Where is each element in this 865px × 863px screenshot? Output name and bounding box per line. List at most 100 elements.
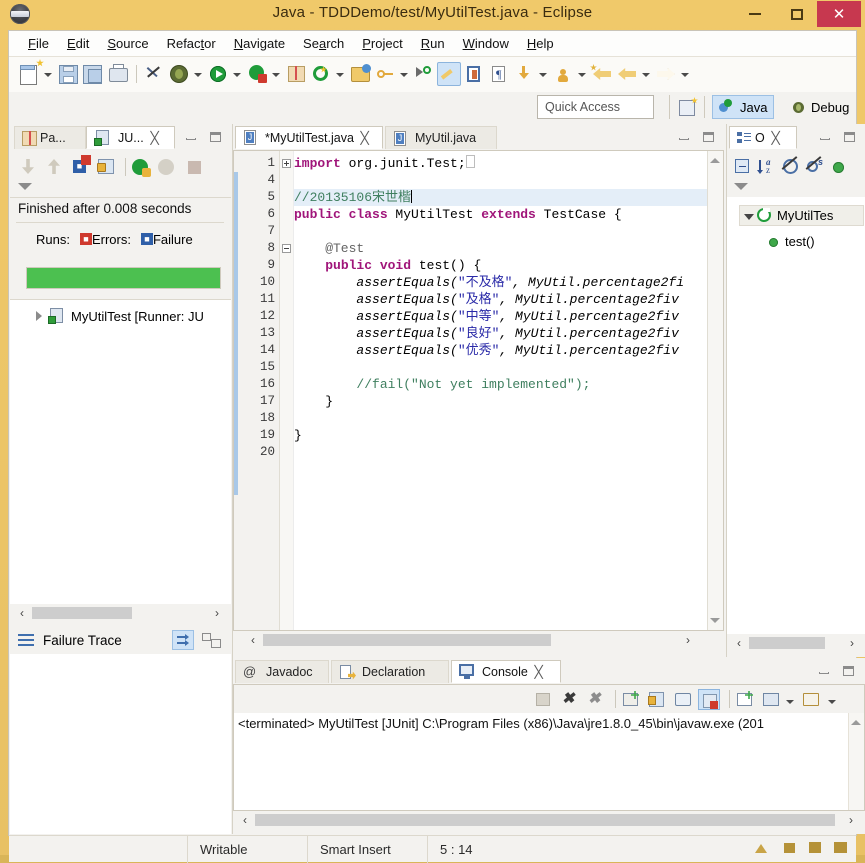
- console-output-area[interactable]: <terminated> MyUtilTest [JUnit] C:\Progr…: [233, 713, 865, 811]
- outline-horizontal-scrollbar[interactable]: ‹ ›: [727, 634, 865, 654]
- close-icon[interactable]: ╳: [771, 131, 779, 145]
- chevron-right-icon[interactable]: [30, 307, 48, 325]
- menu-window[interactable]: Window: [454, 34, 518, 53]
- minimize-button[interactable]: [735, 1, 775, 27]
- run-dropdown-caret[interactable]: [231, 62, 242, 86]
- scroll-lock-icon[interactable]: [646, 689, 668, 710]
- tab-outline[interactable]: O ╳: [729, 126, 797, 149]
- menu-edit[interactable]: Edit: [58, 34, 98, 53]
- stop-icon[interactable]: [182, 155, 206, 179]
- scroll-right-icon[interactable]: ›: [680, 632, 696, 648]
- new-console-dropdown-caret[interactable]: [826, 689, 837, 713]
- outline-tree-item[interactable]: MyUtilTes: [739, 205, 864, 226]
- tab-console[interactable]: Console ╳: [451, 660, 561, 683]
- scroll-right-icon[interactable]: ›: [844, 635, 860, 651]
- filter-stack-trace-icon[interactable]: [172, 630, 194, 650]
- hide-static-icon[interactable]: s: [803, 155, 826, 178]
- next-failure-icon[interactable]: [16, 155, 40, 179]
- view-menu-icon[interactable]: [734, 180, 748, 192]
- editor-horizontal-scrollbar[interactable]: ‹ ›: [233, 631, 724, 651]
- open-perspective-icon[interactable]: [677, 97, 697, 117]
- view-menu-icon[interactable]: [18, 180, 32, 192]
- compare-result-icon[interactable]: [200, 630, 222, 650]
- pen-strike-icon[interactable]: [142, 62, 166, 86]
- tab-javadoc[interactable]: @ Javadoc: [235, 660, 329, 683]
- new-console-view-icon[interactable]: [800, 689, 822, 710]
- menu-search[interactable]: Search: [294, 34, 353, 53]
- forward-arrow-icon[interactable]: [654, 62, 678, 86]
- back-arrow-star-icon[interactable]: [590, 62, 614, 86]
- editor-maximize-icon[interactable]: [702, 130, 716, 144]
- close-button[interactable]: ✕: [817, 1, 861, 27]
- code-text-area[interactable]: import org.junit.Test; //20135106宋世楷 publ…: [294, 151, 707, 630]
- junit-results-tree[interactable]: MyUtilTest [Runner: JU: [10, 299, 231, 605]
- menu-help[interactable]: Help: [518, 34, 563, 53]
- tab-myutiltest-java[interactable]: J *MyUtilTest.java ╳: [235, 126, 383, 149]
- quick-access-input[interactable]: Quick Access: [537, 95, 654, 119]
- editor-marker-gutter[interactable]: [234, 151, 249, 630]
- outline-tree[interactable]: MyUtilTes test(): [727, 197, 865, 634]
- book-icon[interactable]: [462, 62, 486, 86]
- clear-console-icon[interactable]: [532, 689, 554, 710]
- scroll-left-icon[interactable]: ‹: [731, 635, 747, 651]
- run-green-play-icon[interactable]: [206, 62, 230, 86]
- remove-all-terminated-icon[interactable]: [620, 689, 642, 710]
- debug-dropdown-caret[interactable]: [192, 62, 203, 86]
- new-class-dropdown-caret[interactable]: [334, 62, 345, 86]
- scroll-right-icon[interactable]: ›: [843, 812, 859, 828]
- fold-toggle-icon[interactable]: [282, 244, 291, 253]
- menu-run[interactable]: Run: [412, 34, 454, 53]
- remove-launch-icon[interactable]: ✖: [584, 689, 606, 710]
- scroll-left-icon[interactable]: ‹: [14, 605, 30, 621]
- menu-project[interactable]: Project: [353, 34, 411, 53]
- new-class-icon[interactable]: [309, 62, 333, 86]
- editor-minimize-icon[interactable]: [678, 130, 692, 144]
- new-dropdown-caret[interactable]: [42, 62, 53, 86]
- marker-icon[interactable]: [412, 62, 436, 86]
- word-wrap-icon[interactable]: [672, 689, 694, 710]
- terminate-icon[interactable]: ✖: [558, 689, 580, 710]
- previous-failure-icon[interactable]: [42, 155, 66, 179]
- menu-source[interactable]: Source: [98, 34, 157, 53]
- hide-nonpublic-icon[interactable]: [827, 155, 850, 178]
- breakpoint-dropdown-caret[interactable]: [537, 62, 548, 86]
- rerun-failed-icon[interactable]: [154, 155, 178, 179]
- scroll-up-icon[interactable]: [710, 155, 721, 166]
- fold-toggle-icon[interactable]: [282, 159, 291, 168]
- scroll-thumb[interactable]: [255, 814, 835, 826]
- lock-scroll-icon[interactable]: [94, 155, 118, 179]
- console-maximize-icon[interactable]: [842, 664, 856, 678]
- console-minimize-icon[interactable]: [818, 664, 832, 678]
- console-dropdown-caret[interactable]: [784, 689, 795, 713]
- coverage-dropdown-caret[interactable]: [270, 62, 281, 86]
- pin-console-icon[interactable]: [698, 689, 720, 710]
- sort-alphabetically-icon[interactable]: az: [755, 155, 778, 178]
- menu-file[interactable]: File: [19, 34, 58, 53]
- junit-maximize-icon[interactable]: [209, 130, 223, 144]
- console-vertical-scrollbar[interactable]: [848, 713, 864, 810]
- coverage-icon[interactable]: [245, 62, 269, 86]
- save-all-icon[interactable]: [81, 62, 105, 86]
- collapse-all-icon[interactable]: [731, 155, 754, 178]
- scroll-up-icon[interactable]: [851, 717, 862, 728]
- tab-myutil-java[interactable]: J MyUtil.java: [385, 126, 497, 149]
- tab-junit[interactable]: JU... ╳: [86, 126, 175, 149]
- display-selected-console-icon[interactable]: [734, 689, 756, 710]
- new-file-icon[interactable]: [17, 59, 44, 86]
- open-folder-icon[interactable]: [348, 62, 372, 86]
- tab-package-explorer[interactable]: Pa...: [14, 126, 86, 149]
- scroll-right-icon[interactable]: ›: [209, 605, 225, 621]
- print-icon[interactable]: [106, 62, 130, 86]
- perspective-java-button[interactable]: Java: [712, 95, 775, 119]
- person-icon[interactable]: [551, 62, 575, 86]
- pilcrow-icon[interactable]: ¶: [487, 62, 511, 86]
- hide-fields-icon[interactable]: [779, 155, 802, 178]
- junit-minimize-icon[interactable]: [185, 130, 199, 144]
- close-icon[interactable]: ╳: [360, 131, 368, 145]
- scroll-left-icon[interactable]: ‹: [237, 812, 253, 828]
- editor-vertical-scrollbar[interactable]: [707, 151, 723, 630]
- outline-maximize-icon[interactable]: [843, 130, 857, 144]
- package-icon[interactable]: [284, 62, 308, 86]
- outline-minimize-icon[interactable]: [819, 130, 833, 144]
- save-icon[interactable]: [56, 62, 80, 86]
